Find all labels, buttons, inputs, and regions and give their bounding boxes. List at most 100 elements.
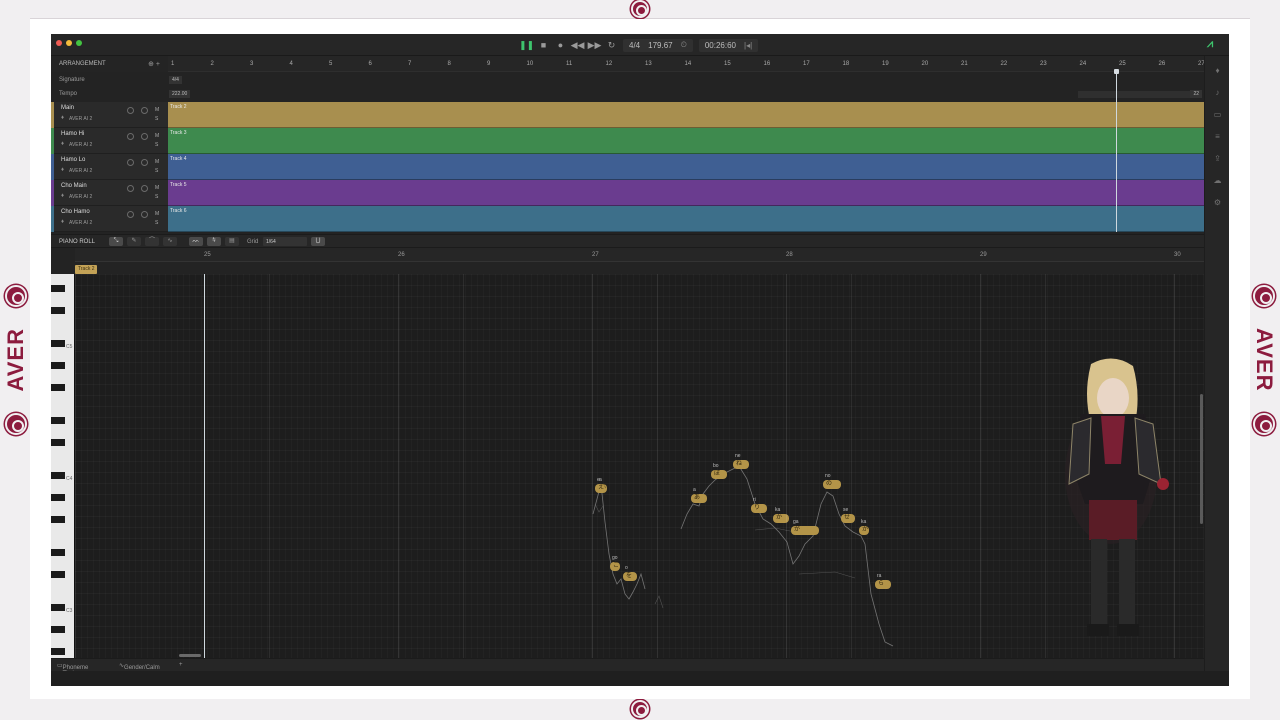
note-block[interactable]: か <box>859 526 869 535</box>
black-key[interactable] <box>51 571 65 578</box>
curve-tool-icon[interactable]: ᨓ <box>189 237 203 246</box>
piano-roll-ruler[interactable]: 25 26 27 28 29 30 <box>75 248 1204 262</box>
track-clip[interactable]: Track 2 <box>168 102 1204 128</box>
solo-button[interactable]: S <box>155 168 158 174</box>
horizontal-scrollbar[interactable] <box>179 654 201 657</box>
lyrics-tool-icon[interactable]: ▤ <box>225 237 239 246</box>
black-key[interactable] <box>51 417 65 424</box>
pan-knob[interactable] <box>141 185 148 192</box>
black-key[interactable] <box>51 472 65 479</box>
track-clip[interactable]: Track 6 <box>168 206 1204 232</box>
settings-icon[interactable]: ⚙ <box>1213 198 1222 207</box>
black-key[interactable] <box>51 340 65 347</box>
pan-knob[interactable] <box>141 211 148 218</box>
solo-button[interactable]: S <box>155 220 158 226</box>
clip-tag[interactable]: Track 2 <box>75 265 98 274</box>
track-voice[interactable]: AVER AI 2 <box>69 142 92 148</box>
black-key[interactable] <box>51 648 65 655</box>
magnet-snap-icon[interactable]: ⋃ <box>311 237 325 246</box>
arrangement-playhead[interactable] <box>1116 72 1117 232</box>
rewind-icon[interactable]: ◀◀ <box>571 40 585 51</box>
black-key[interactable] <box>51 604 65 611</box>
track-name[interactable]: Hamo Hi <box>61 131 84 137</box>
track-voice[interactable]: AVER AI 2 <box>69 220 92 226</box>
note-block[interactable]: ね <box>733 460 749 469</box>
vibrato-tool-icon[interactable]: ∿ <box>163 237 177 246</box>
mute-button[interactable]: M <box>155 133 159 139</box>
volume-knob[interactable] <box>127 133 134 140</box>
solo-button[interactable]: S <box>155 116 158 122</box>
tempo-value[interactable]: 222.00 <box>169 90 191 98</box>
pan-knob[interactable] <box>141 107 148 114</box>
mixer-icon[interactable]: ≡ <box>1213 132 1222 141</box>
track-voice[interactable]: AVER AI 2 <box>69 116 92 122</box>
track-name[interactable]: Cho Hamo <box>61 209 90 215</box>
track-voice[interactable]: AVER AI 2 <box>69 194 92 200</box>
mute-button[interactable]: M <box>155 185 159 191</box>
note-block[interactable]: ぼ <box>711 470 727 479</box>
track-clip[interactable]: Track 4 <box>168 154 1204 180</box>
grid-select[interactable]: 1/64 <box>263 237 307 246</box>
track-name[interactable]: Hamo Lo <box>61 157 85 163</box>
select-tool-icon[interactable]: ⤡ <box>109 237 123 246</box>
solo-button[interactable]: S <box>155 194 158 200</box>
note-block[interactable]: ら <box>875 580 891 589</box>
black-key[interactable] <box>51 285 65 292</box>
draw-tool-icon[interactable]: ✎ <box>127 237 141 246</box>
zoom-window-button[interactable] <box>76 40 82 46</box>
track-name[interactable]: Cho Main <box>61 183 87 189</box>
black-key[interactable] <box>51 362 65 369</box>
mute-button[interactable]: M <box>155 211 159 217</box>
minimize-window-button[interactable] <box>66 40 72 46</box>
note-block[interactable]: を <box>623 572 637 581</box>
signature-value[interactable]: 4/4 <box>169 76 182 84</box>
split-tool-icon[interactable]: ⫩ <box>207 237 221 246</box>
file-icon[interactable]: ▭ <box>1213 110 1222 119</box>
volume-knob[interactable] <box>127 211 134 218</box>
arrangement-playhead-handle[interactable] <box>1114 69 1119 74</box>
export-icon[interactable]: ⇪ <box>1213 154 1222 163</box>
black-key[interactable] <box>51 516 65 523</box>
loop-icon[interactable]: ↻ <box>606 40 617 51</box>
track-header[interactable]: Cho Main ♦ AVER AI 2 MS <box>51 180 168 206</box>
play-icon[interactable]: ❚❚ <box>519 40 534 51</box>
mute-button[interactable]: M <box>155 107 159 113</box>
black-key[interactable] <box>51 384 65 391</box>
note-block[interactable]: が <box>791 526 819 535</box>
black-key[interactable] <box>51 439 65 446</box>
track-header[interactable]: Main ♦ AVER AI 2 MS <box>51 102 168 128</box>
close-window-button[interactable] <box>56 40 62 46</box>
note-block[interactable]: せ <box>841 514 855 523</box>
note-icon[interactable]: ♪ <box>1213 88 1222 97</box>
note-block[interactable]: あ <box>691 494 707 503</box>
record-icon[interactable]: ● <box>555 40 566 51</box>
volume-knob[interactable] <box>127 107 134 114</box>
add-track-icon[interactable]: ⊕ + <box>148 60 160 68</box>
stop-icon[interactable]: ■ <box>538 40 549 51</box>
piano-keyboard[interactable]: C5 C4 C3 <box>51 274 75 658</box>
track-voice[interactable]: AVER AI 2 <box>69 168 92 174</box>
tab-phoneme-timing[interactable]: ▭ Phoneme Timing <box>57 662 88 677</box>
track-clip[interactable]: Track 3 <box>168 128 1204 154</box>
pan-knob[interactable] <box>141 159 148 166</box>
mic-icon[interactable]: ♦ <box>1213 66 1222 75</box>
black-key[interactable] <box>51 626 65 633</box>
note-grid[interactable]: aあgoごoをaあboぼneねriりkaかgaがnoのseせkaかraらeえ <box>75 274 1204 658</box>
track-clip[interactable]: Track 5 <box>168 180 1204 206</box>
note-block[interactable]: ご <box>610 562 620 571</box>
fast-forward-icon[interactable]: ▶▶ <box>588 40 602 51</box>
piano-roll-playhead[interactable] <box>204 274 205 658</box>
black-key[interactable] <box>51 549 65 556</box>
loop-marker[interactable]: |◂| <box>744 41 752 50</box>
mute-button[interactable]: M <box>155 159 159 165</box>
cloud-icon[interactable]: ☁ <box>1213 176 1222 185</box>
tab-gender-calm[interactable]: ∿ Gender/Calm <box>119 662 160 671</box>
vertical-scrollbar[interactable] <box>1200 394 1203 524</box>
tempo-display[interactable]: 4/4 179.67 ⏲ <box>623 38 693 52</box>
black-key[interactable] <box>51 307 65 314</box>
black-key[interactable] <box>51 494 65 501</box>
pitch-tool-icon[interactable]: ⌒ <box>145 237 159 246</box>
note-block[interactable]: え <box>595 484 605 493</box>
note-block[interactable]: の <box>823 480 841 489</box>
add-tab-button[interactable]: + <box>179 662 183 668</box>
